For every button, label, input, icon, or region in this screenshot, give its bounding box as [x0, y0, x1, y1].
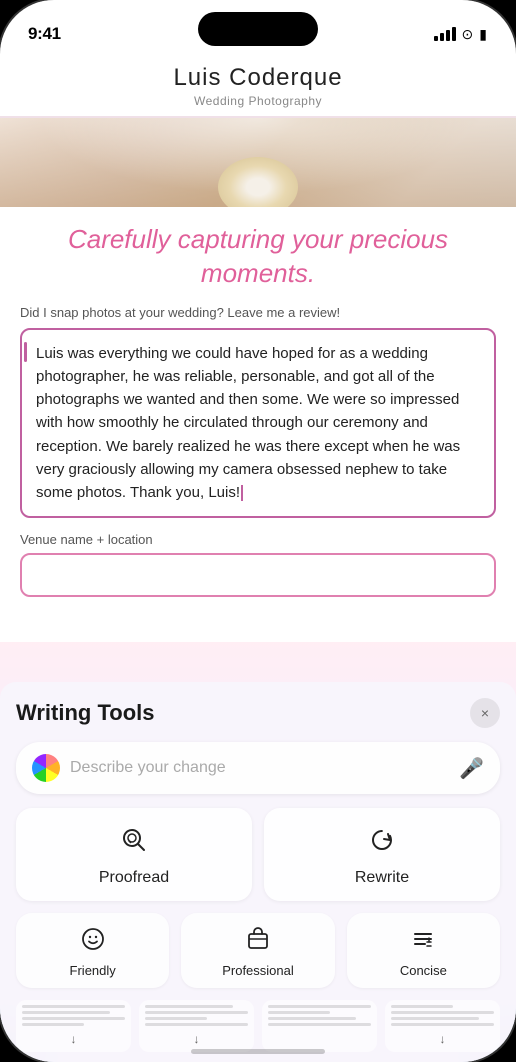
card-arrow-2: ↓	[194, 1032, 200, 1046]
writing-tools-search-placeholder: Describe your change	[70, 759, 449, 777]
text-cursor	[241, 485, 243, 501]
writing-tools-header: Writing Tools ×	[16, 698, 500, 728]
template-card-1[interactable]: ↓	[16, 1000, 131, 1052]
site-subtitle: Wedding Photography	[20, 94, 496, 108]
status-time: 9:41	[28, 24, 61, 44]
template-card-3[interactable]	[262, 1000, 377, 1052]
template-card-2[interactable]: ↓	[139, 1000, 254, 1052]
proofread-label: Proofread	[99, 869, 169, 887]
card-arrow-4: ↓	[440, 1032, 446, 1046]
card-line	[145, 1005, 233, 1008]
card-line	[391, 1023, 494, 1026]
card-line	[145, 1011, 248, 1014]
hero-image	[0, 117, 516, 207]
card-lines-2	[145, 1005, 248, 1029]
tagline: Carefully capturing your precious moment…	[0, 207, 516, 301]
friendly-label: Friendly	[70, 963, 116, 978]
review-textarea[interactable]: Luis was everything we could have hoped …	[20, 328, 496, 519]
card-line	[145, 1023, 248, 1026]
concise-label: Concise	[400, 963, 447, 978]
card-line	[391, 1017, 479, 1020]
concise-button[interactable]: Concise	[347, 913, 500, 988]
card-line	[22, 1023, 84, 1026]
page-content: Luis Coderque Wedding Photography Carefu…	[0, 54, 516, 1062]
wifi-icon: ⊙	[462, 26, 474, 43]
rewrite-button[interactable]: Rewrite	[264, 808, 500, 901]
writing-tools-title: Writing Tools	[16, 700, 155, 726]
site-name: Luis Coderque	[20, 64, 496, 92]
status-icons: ⊙ ▮	[434, 26, 488, 43]
page-header: Luis Coderque Wedding Photography	[0, 54, 516, 117]
professional-label: Professional	[222, 963, 294, 978]
battery-icon: ▮	[479, 26, 488, 43]
hero-flowers-decoration	[218, 157, 298, 207]
card-line	[22, 1011, 110, 1014]
writing-tools-rainbow-icon	[32, 754, 60, 782]
card-lines-1	[22, 1005, 125, 1029]
concise-icon	[411, 927, 435, 957]
friendly-icon	[81, 927, 105, 957]
venue-label: Venue name + location	[0, 528, 516, 553]
card-line	[145, 1017, 207, 1020]
card-line	[268, 1017, 356, 1020]
card-line	[268, 1011, 330, 1014]
card-line	[268, 1023, 371, 1026]
writing-tools-cards-row: ↓ ↓	[16, 1000, 500, 1052]
microphone-icon[interactable]: 🎤	[459, 756, 484, 781]
review-prompt: Did I snap photos at your wedding? Leave…	[0, 301, 516, 328]
rewrite-label: Rewrite	[355, 869, 409, 887]
card-arrow-1: ↓	[71, 1032, 77, 1046]
card-line	[391, 1005, 453, 1008]
writing-tools-panel: Writing Tools × Describe your change 🎤	[0, 682, 516, 1062]
professional-icon	[246, 927, 270, 957]
writing-tools-row-2: Friendly Professional	[16, 913, 500, 988]
rewrite-icon	[368, 826, 396, 861]
card-lines-3	[268, 1005, 371, 1029]
home-indicator	[191, 1049, 325, 1054]
card-line	[268, 1005, 371, 1008]
writing-tools-row-1: Proofread Rewrite	[16, 808, 500, 901]
phone-frame: 9:41 ⊙ ▮ Luis Coderque Wedding Photograp…	[0, 0, 516, 1062]
card-lines-4	[391, 1005, 494, 1029]
card-line	[22, 1017, 125, 1020]
dynamic-island	[198, 12, 318, 46]
venue-input[interactable]	[20, 553, 496, 597]
writing-tools-close-button[interactable]: ×	[470, 698, 500, 728]
proofread-icon	[120, 826, 148, 861]
friendly-button[interactable]: Friendly	[16, 913, 169, 988]
card-line	[22, 1005, 125, 1008]
professional-button[interactable]: Professional	[181, 913, 334, 988]
review-text: Luis was everything we could have hoped …	[36, 345, 460, 502]
signal-bars-icon	[434, 27, 456, 41]
proofread-button[interactable]: Proofread	[16, 808, 252, 901]
writing-tools-search-bar[interactable]: Describe your change 🎤	[16, 742, 500, 794]
card-line	[391, 1011, 494, 1014]
template-card-4[interactable]: ↓	[385, 1000, 500, 1052]
